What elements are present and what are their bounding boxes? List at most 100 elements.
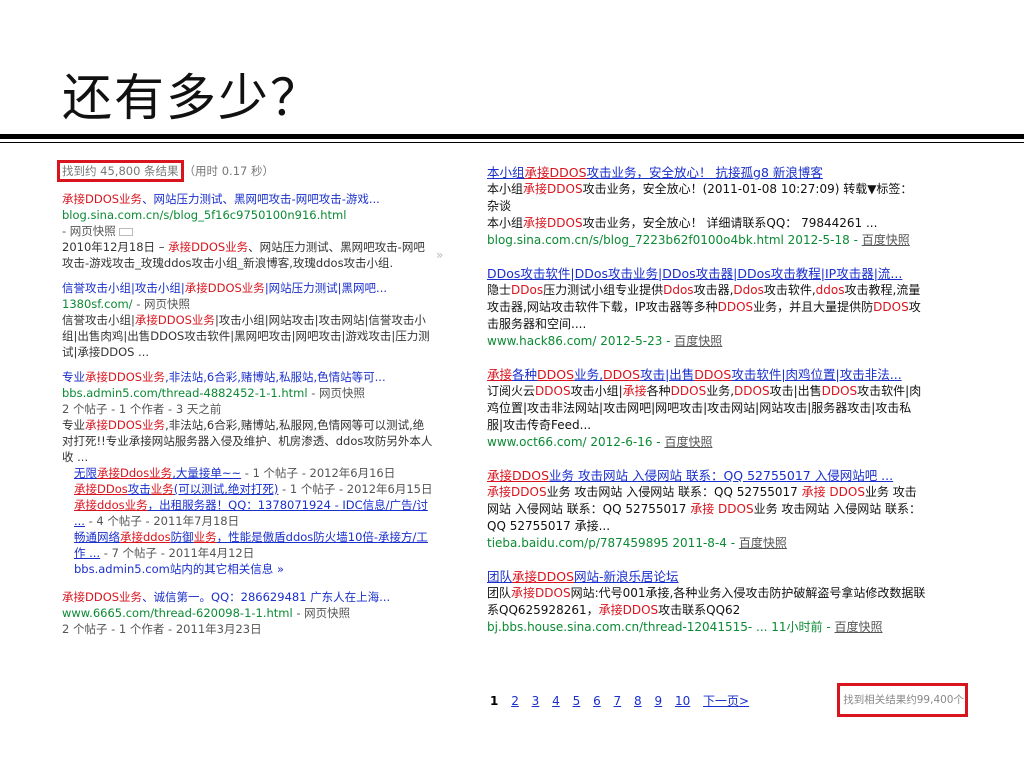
slide-title: 还有多少？: [62, 69, 322, 127]
page-9-link[interactable]: 9: [654, 694, 662, 708]
page-10-link[interactable]: 10: [675, 694, 690, 708]
keyword-highlight[interactable]: 承接DDOS: [525, 165, 587, 180]
keyword-highlight[interactable]: 承接DDOS业务: [62, 192, 142, 206]
link-text[interactable]: (可以测试,绝对打死): [174, 482, 279, 496]
snippet-text: 本小组: [487, 216, 524, 230]
google-sub-results: 无限承接Ddos业务,大量接单~~ - 1 个帖子 - 2012年6月16日 承…: [62, 465, 434, 561]
title-text[interactable]: 攻击|出售: [640, 367, 694, 382]
page-2-link[interactable]: 2: [511, 694, 519, 708]
keyword-highlight[interactable]: DDOS: [694, 367, 731, 382]
preview-arrow-icon[interactable]: »: [436, 248, 443, 262]
keyword-highlight[interactable]: 承接: [487, 367, 512, 382]
keyword-highlight[interactable]: DDOS: [603, 367, 640, 382]
snippet-text: 本小组: [487, 182, 524, 196]
title-text[interactable]: 本小组: [487, 165, 525, 180]
link-text[interactable]: ,大量接单~~: [172, 466, 241, 480]
baidu-result-5: 团队承接DDOS网站-新浪乐居论坛 团队承接DDOS网站:代号001承接,各种业…: [487, 568, 927, 636]
baidu-result-url: tieba.baidu.com/p/787459895 2011-8-4 - 百…: [487, 535, 927, 552]
keyword-highlight: 承接: [511, 586, 536, 600]
keyword-highlight: 承接: [523, 182, 548, 196]
snippet-text: 压力测试小组专业提供: [543, 283, 664, 297]
keyword-highlight[interactable]: 承接Ddos业务: [97, 466, 172, 480]
baidu-result-url: www.hack86.com/ 2012-5-23 - 百度快照: [487, 333, 927, 350]
snippet-text: 业务,: [706, 384, 735, 398]
link-text[interactable]: 畅通网络: [74, 530, 120, 544]
title-text[interactable]: ,非法站,6合彩,赌博站,私服站,色情站等可...: [165, 370, 386, 384]
baidu-result-title[interactable]: 团队承接DDOS网站-新浪乐居论坛: [487, 568, 927, 585]
next-page-link[interactable]: 下一页>: [703, 692, 749, 709]
google-result-title[interactable]: 信誉攻击小组|攻击小组|承接DDOS业务|网站压力测试|黑网吧...: [62, 280, 434, 296]
title-text[interactable]: 网站-新浪乐居论坛: [574, 569, 679, 584]
cache-link[interactable]: - 网页快照: [308, 386, 365, 400]
title-text[interactable]: 、诚信第一。QQ：286629481 广东人在上海...: [142, 590, 390, 604]
google-result-title[interactable]: 承接DDOS业务、诚信第一。QQ：286629481 广东人在上海...: [62, 589, 434, 605]
title-text[interactable]: 业务 攻击网站 入侵网站 联系：QQ 52755017 入侵网站吧 ...: [549, 468, 893, 483]
title-text[interactable]: 团队: [487, 569, 512, 584]
keyword-highlight[interactable]: 承接DDOS: [512, 569, 574, 584]
keyword-highlight[interactable]: 承接DDos: [74, 482, 128, 496]
keyword-highlight: 承接DDOS业务: [134, 313, 215, 327]
baidu-result-snippet: 订阅火云DDOS攻击小组|承接各种DDOS业务,DDOS攻击|出售DDOS攻击软…: [487, 383, 927, 434]
page-8-link[interactable]: 8: [634, 694, 642, 708]
keyword-highlight[interactable]: 承接DDOS: [487, 468, 549, 483]
title-text[interactable]: 攻击业务，安全放心！ 抗接孤g8 新浪博客: [587, 165, 823, 180]
link-text[interactable]: 防御: [171, 530, 194, 544]
google-result-title[interactable]: 专业承接DDOS业务,非法站,6合彩,赌博站,私服站,色情站等可...: [62, 369, 434, 385]
google-result-title[interactable]: 承接DDOS业务、网站压力测试、黑网吧攻击-网吧攻击-游戏...: [62, 191, 434, 207]
baidu-result-title[interactable]: DDos攻击软件|DDos攻击业务|DDos攻击器|DDos攻击教程|IP攻击器…: [487, 265, 927, 282]
title-text[interactable]: 攻击软件|肉鸡位置|攻击非法...: [731, 367, 901, 382]
baidu-result-snippet: 团队承接DDOS网站:代号001承接,各种业务入侵攻击防护破解盗号拿站修改数据联…: [487, 585, 927, 619]
link-text[interactable]: 无限: [74, 466, 97, 480]
baidu-result-title[interactable]: 本小组承接DDOS攻击业务，安全放心！ 抗接孤g8 新浪博客: [487, 164, 927, 181]
keyword-highlight[interactable]: DDOS: [537, 367, 574, 382]
title-text[interactable]: 各种: [512, 367, 537, 382]
cache-link[interactable]: 百度快照: [674, 334, 722, 348]
cache-link[interactable]: - 网页快照: [133, 297, 190, 311]
cache-link[interactable]: - 网页快照: [293, 606, 350, 620]
google-result-snippet: 信誉攻击小组|承接DDOS业务|攻击小组|网站攻击|攻击网站|信誉攻击小组|出售…: [62, 312, 434, 360]
sub-result-link[interactable]: 承接DDos攻击业务(可以测试,绝对打死): [74, 482, 278, 496]
page-4-link[interactable]: 4: [552, 694, 560, 708]
snippet-text: 团队: [487, 586, 512, 600]
title-text[interactable]: |网站压力测试|黑网吧...: [265, 281, 387, 295]
keyword-highlight: DDos: [511, 283, 544, 297]
keyword-highlight[interactable]: 承接DDOS业务: [85, 370, 165, 384]
snippet-text: 攻击小组|: [570, 384, 623, 398]
cache-link[interactable]: 百度快照: [739, 536, 787, 550]
keyword-highlight: 承接: [622, 384, 647, 398]
page-3-link[interactable]: 3: [532, 694, 540, 708]
cache-link[interactable]: 百度快照: [862, 233, 910, 247]
cache-link[interactable]: - 网页快照: [62, 224, 116, 238]
page-1-current: 1: [490, 694, 499, 708]
keyword-highlight[interactable]: 承接DDOS业务: [62, 590, 142, 604]
baidu-pagination: 1 2 3 4 5 6 7 8 9 10 下一页>: [490, 692, 758, 709]
title-text[interactable]: 、网站压力测试、黑网吧攻击-网吧攻击-游戏...: [142, 192, 380, 206]
more-results-link[interactable]: bbs.admin5.com站内的其它相关信息 »: [62, 561, 434, 577]
page-5-link[interactable]: 5: [573, 694, 581, 708]
cache-icon[interactable]: [118, 227, 133, 236]
keyword-highlight: 承接DDOS业务: [85, 418, 166, 432]
url-text: 1380sf.com/: [62, 297, 133, 311]
link-text[interactable]: 攻击: [128, 482, 151, 496]
title-text[interactable]: 专业: [62, 370, 85, 384]
keyword-highlight: DDOS: [547, 182, 583, 196]
google-result-cache[interactable]: - 网页快照: [62, 223, 434, 239]
cache-link[interactable]: 百度快照: [664, 435, 712, 449]
cache-link[interactable]: 百度快照: [835, 620, 883, 634]
keyword-highlight[interactable]: 承接ddos业务: [74, 498, 148, 512]
page-6-link[interactable]: 6: [593, 694, 601, 708]
title-divider-thin: [0, 142, 1024, 143]
sub-result-link[interactable]: 无限承接Ddos业务,大量接单~~: [74, 466, 241, 480]
keyword-highlight[interactable]: 承接DDOS业务: [185, 281, 265, 295]
keyword-highlight: 承接: [487, 485, 512, 499]
keyword-highlight[interactable]: 承接ddos: [120, 530, 171, 544]
keyword-highlight: DDOS: [821, 384, 858, 398]
keyword-highlight[interactable]: 业务: [151, 482, 174, 496]
title-text[interactable]: 信誉攻击小组|攻击小组|: [62, 281, 185, 295]
baidu-result-title[interactable]: 承接DDOS业务 攻击网站 入侵网站 联系：QQ 52755017 入侵网站吧 …: [487, 467, 927, 484]
title-text[interactable]: 业务,: [574, 367, 603, 382]
google-result-2: 信誉攻击小组|攻击小组|承接DDOS业务|网站压力测试|黑网吧... 1380s…: [62, 280, 434, 360]
keyword-highlight[interactable]: 业务: [194, 530, 217, 544]
baidu-result-title[interactable]: 承接各种DDOS业务,DDOS攻击|出售DDOS攻击软件|肉鸡位置|攻击非法..…: [487, 366, 927, 383]
page-7-link[interactable]: 7: [614, 694, 622, 708]
